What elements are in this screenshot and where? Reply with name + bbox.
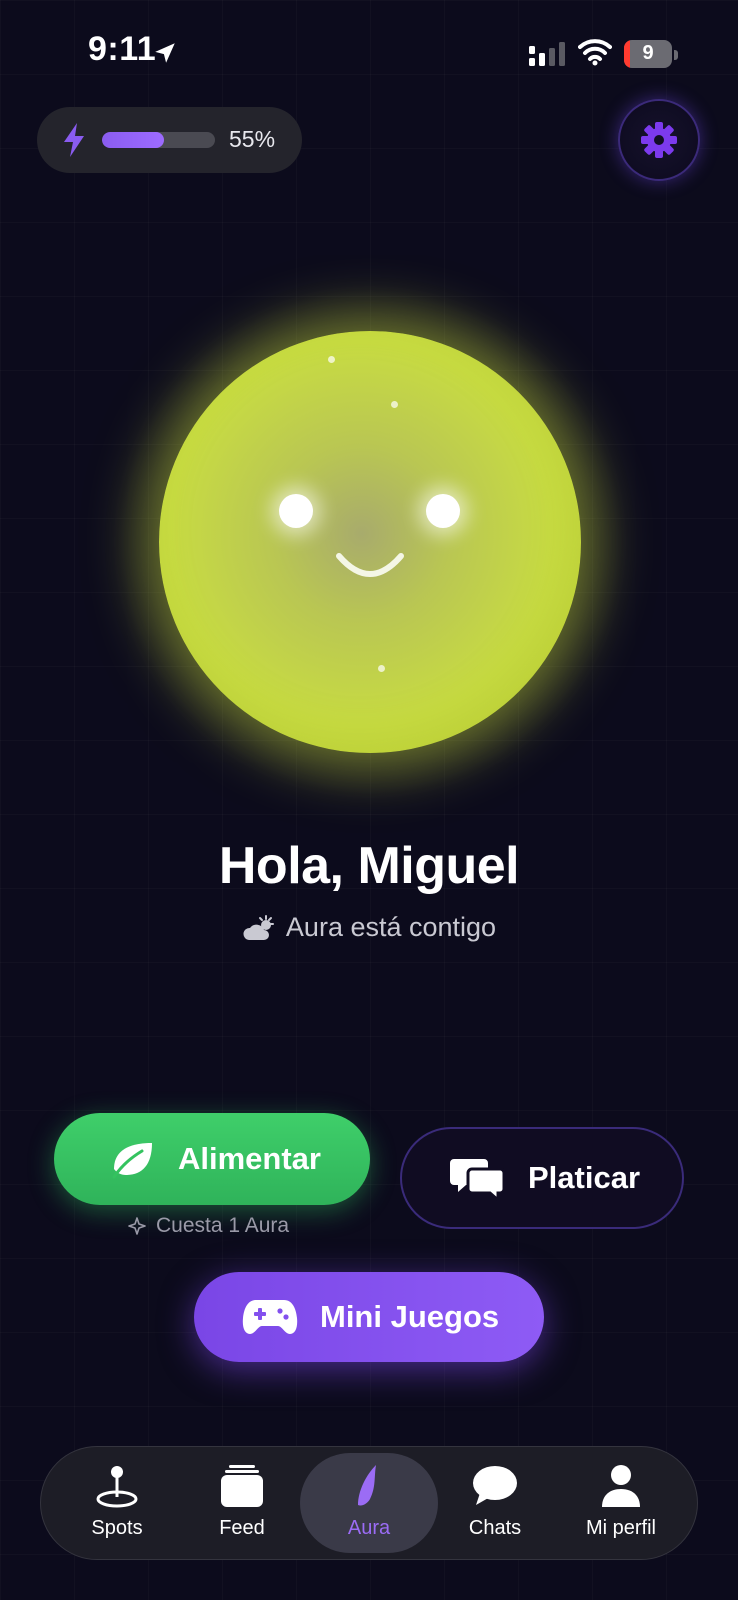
map-pin-icon: [96, 1466, 138, 1508]
tab-profile[interactable]: Mi perfil: [561, 1456, 681, 1550]
orb-left-eye: [279, 494, 313, 528]
cellular-signal-icon: [529, 42, 565, 66]
gear-icon: [641, 122, 677, 158]
aura-flame-icon: [358, 1465, 376, 1506]
bolt-icon: [64, 123, 84, 157]
partly-cloudy-icon: [243, 914, 274, 940]
sparkle-icon: [128, 1217, 146, 1235]
feed-button-label: Alimentar: [178, 1141, 321, 1176]
aura-status-text: Aura está contigo: [285, 912, 497, 942]
tab-spots[interactable]: Spots: [57, 1456, 177, 1550]
tab-aura[interactable]: Aura: [309, 1456, 429, 1550]
status-time: 9:11: [88, 30, 157, 68]
tab-aura-label: Aura: [347, 1517, 391, 1539]
energy-percent: 55%: [229, 126, 276, 152]
tab-chats[interactable]: Chats: [435, 1456, 555, 1550]
feed-cost: Cuesta 1 Aura: [128, 1214, 289, 1238]
person-icon: [602, 1465, 640, 1507]
orb-right-eye: [426, 494, 460, 528]
energy-progress-fill: [102, 132, 165, 148]
tab-feed[interactable]: Feed: [182, 1456, 302, 1550]
feed-cost-text: Cuesta 1 Aura: [156, 1214, 290, 1237]
chat-button-label: Platicar: [528, 1160, 641, 1195]
energy-progress-track: [102, 132, 215, 148]
aura-status: Aura está contigo: [0, 912, 738, 943]
chat-button[interactable]: Platicar: [400, 1127, 684, 1229]
orb-sparkle: [391, 401, 398, 408]
orb-smile: [336, 553, 404, 577]
wifi-icon: [578, 39, 612, 66]
chat-bubble-icon: [473, 1466, 517, 1505]
tab-chats-label: Chats: [468, 1517, 522, 1539]
gamepad-icon: [242, 1300, 298, 1334]
feed-button[interactable]: Alimentar: [54, 1113, 370, 1205]
greeting-title: Hola, Miguel: [218, 837, 520, 895]
battery-indicator: 9: [624, 40, 672, 68]
stack-icon: [221, 1465, 263, 1507]
aura-orb[interactable]: [159, 331, 581, 753]
chat-bubbles-icon: [450, 1159, 504, 1201]
tab-feed-label: Feed: [219, 1517, 265, 1539]
mini-games-label: Mini Juegos: [320, 1299, 500, 1334]
leaf-icon: [112, 1143, 152, 1179]
tab-profile-label: Mi perfil: [585, 1517, 656, 1539]
location-arrow-icon: [155, 43, 175, 63]
battery-cap: [674, 50, 678, 60]
tab-spots-label: Spots: [91, 1517, 143, 1539]
mini-games-button[interactable]: Mini Juegos: [194, 1272, 544, 1362]
orb-sparkle: [328, 356, 335, 363]
orb-sparkle: [378, 665, 385, 672]
battery-level: 9: [642, 42, 654, 64]
